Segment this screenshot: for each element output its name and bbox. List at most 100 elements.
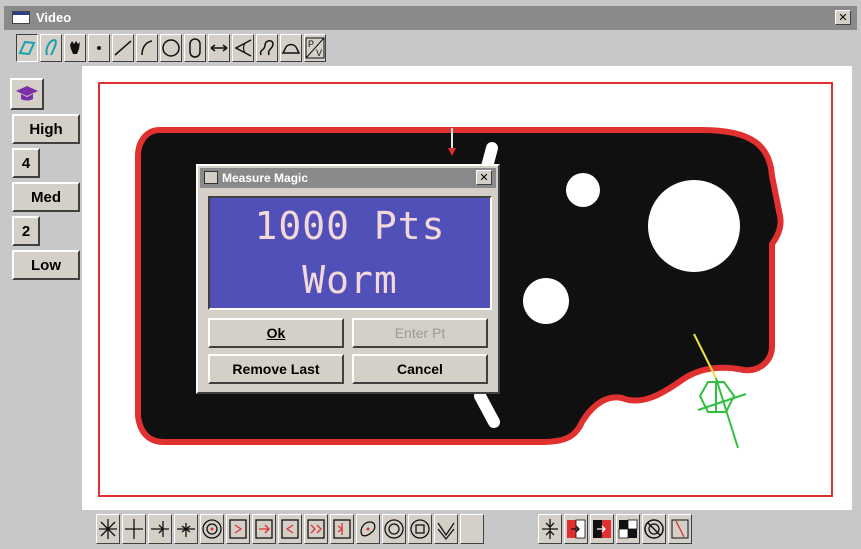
freeform-button[interactable] xyxy=(256,34,278,62)
edge-right-icon xyxy=(151,521,169,537)
ok-button[interactable]: Ok xyxy=(208,318,344,348)
edge-box-button[interactable] xyxy=(226,514,250,544)
no-circle-icon xyxy=(644,519,664,539)
ring-icon xyxy=(384,519,404,539)
video-window: Video ✕ P V High 4 Med 2 Low Measure Mag… xyxy=(0,0,861,549)
large-hole xyxy=(648,180,740,272)
graduation-cap-icon xyxy=(16,86,38,101)
slot-button[interactable] xyxy=(184,34,206,62)
hand-probe-button[interactable] xyxy=(64,34,86,62)
point-icon xyxy=(97,46,101,50)
arc-button[interactable] xyxy=(136,34,158,62)
no-circle-button[interactable] xyxy=(642,514,666,544)
edge-box-right-button[interactable] xyxy=(304,514,328,544)
blob-button[interactable] xyxy=(356,514,380,544)
edge-box-left-icon xyxy=(281,519,299,539)
dialog-title-bar: Measure Magic ✕ xyxy=(200,168,496,188)
svg-text:V: V xyxy=(316,48,322,58)
select-lasso-button[interactable] xyxy=(40,34,62,62)
crosshair-star-icon xyxy=(99,519,117,539)
slot-icon xyxy=(189,38,201,58)
dialog-title: Measure Magic xyxy=(222,171,309,185)
edge-box-arrow-button[interactable] xyxy=(252,514,276,544)
speed-med-button[interactable]: Med xyxy=(12,182,80,212)
blank-icon xyxy=(461,517,483,541)
bottom-toolbar xyxy=(96,514,692,546)
edge-both-icon xyxy=(177,523,195,537)
edge-box-icon xyxy=(229,519,247,539)
checker-button[interactable] xyxy=(616,514,640,544)
remove-last-button[interactable]: Remove Last xyxy=(208,354,344,384)
small-hole xyxy=(566,173,600,207)
crosshair-plus-button[interactable] xyxy=(122,514,146,544)
distance-icon xyxy=(210,44,228,52)
edge-box-arrow-icon xyxy=(255,519,273,539)
edge-box-double-button[interactable] xyxy=(330,514,354,544)
angle-button[interactable] xyxy=(232,34,254,62)
line-button[interactable] xyxy=(112,34,134,62)
angle-icon xyxy=(234,39,252,57)
target-circle-button[interactable] xyxy=(200,514,224,544)
dialog-display: 1000 Pts Worm xyxy=(208,196,492,310)
toolbar-gap xyxy=(486,514,536,546)
freeform-icon xyxy=(259,40,274,56)
arch-button[interactable] xyxy=(280,34,302,62)
no-line-icon xyxy=(671,519,689,539)
ok-label: Ok xyxy=(266,325,286,341)
title-bar: Video ✕ xyxy=(4,6,857,30)
checker-icon xyxy=(618,519,638,539)
target-circle-icon xyxy=(202,519,222,539)
window-close-button[interactable]: ✕ xyxy=(835,10,851,25)
select-lasso-icon xyxy=(45,38,57,56)
line-icon xyxy=(114,40,132,56)
contrast-left-button[interactable] xyxy=(590,514,614,544)
edge-right-button[interactable] xyxy=(148,514,172,544)
contrast-right-icon xyxy=(567,519,586,539)
square-circle-icon xyxy=(410,519,430,539)
blank-button[interactable] xyxy=(460,514,484,544)
v-notch-button[interactable] xyxy=(434,514,458,544)
mid-hole xyxy=(523,278,569,324)
pv-button[interactable]: PV xyxy=(304,34,326,62)
circle-button[interactable] xyxy=(160,34,182,62)
select-rect-icon xyxy=(18,40,36,56)
speed-4-button[interactable]: 4 xyxy=(12,148,40,178)
arch-icon xyxy=(281,43,301,54)
contrast-right-button[interactable] xyxy=(564,514,588,544)
top-toolbar: PV xyxy=(16,34,326,64)
no-line-button[interactable] xyxy=(668,514,692,544)
square-circle-button[interactable] xyxy=(408,514,432,544)
edge-both-button[interactable] xyxy=(174,514,198,544)
blob-icon xyxy=(360,521,376,537)
focus-button[interactable] xyxy=(538,514,562,544)
cancel-button[interactable]: Cancel xyxy=(352,354,488,384)
ring-button[interactable] xyxy=(382,514,406,544)
speed-2-button[interactable]: 2 xyxy=(12,216,40,246)
edge-box-double-icon xyxy=(333,519,351,539)
crosshair-star-button[interactable] xyxy=(96,514,120,544)
v-notch-icon xyxy=(437,522,455,541)
window-title: Video xyxy=(36,10,72,25)
grad-cap-button[interactable] xyxy=(10,78,44,110)
circle-icon xyxy=(162,39,180,57)
svg-text:P: P xyxy=(308,39,314,49)
point-button[interactable] xyxy=(88,34,110,62)
speed-low-button[interactable]: Low xyxy=(12,250,80,280)
arc-icon xyxy=(141,40,153,56)
crosshair-plus-icon xyxy=(125,519,143,539)
measure-magic-dialog: Measure Magic ✕ 1000 Pts Worm Ok Enter P… xyxy=(196,164,500,394)
dialog-close-button[interactable]: ✕ xyxy=(476,170,492,185)
focus-icon xyxy=(542,519,558,539)
display-mode: Worm xyxy=(302,258,398,302)
pv-icon: PV xyxy=(305,37,325,59)
enter-pt-button[interactable]: Enter Pt xyxy=(352,318,488,348)
edge-box-right-icon xyxy=(307,519,325,539)
select-rect-button[interactable] xyxy=(16,34,38,62)
edge-box-left-button[interactable] xyxy=(278,514,302,544)
speed-high-button[interactable]: High xyxy=(12,114,80,144)
distance-button[interactable] xyxy=(208,34,230,62)
contrast-left-icon xyxy=(593,520,611,538)
display-point-count: 1000 Pts xyxy=(254,204,446,248)
hand-probe-icon xyxy=(70,41,80,54)
window-icon xyxy=(12,11,30,24)
